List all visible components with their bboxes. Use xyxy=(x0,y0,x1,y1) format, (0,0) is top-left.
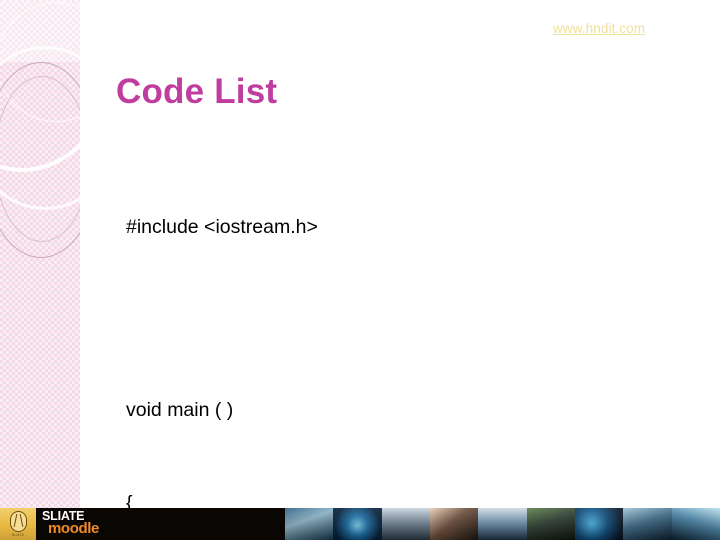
strip-photo-1 xyxy=(285,508,334,540)
code-blank-line-1 xyxy=(126,305,686,333)
footer-bar: SLIATE SLIATE moodle xyxy=(0,508,720,540)
strip-photo-5 xyxy=(478,508,527,540)
decorative-arc-inner xyxy=(0,76,80,242)
strip-photo-globe-2 xyxy=(574,508,624,540)
strip-photo-8 xyxy=(623,508,672,540)
strip-photo-3 xyxy=(381,508,430,540)
sidebar-light-panel xyxy=(0,0,80,62)
sliate-logo-caption: SLIATE xyxy=(11,533,25,537)
code-listing: #include <iostream.h> void main ( ) { in… xyxy=(126,150,686,540)
sliate-logo: SLIATE xyxy=(0,508,36,540)
sliate-emblem-icon xyxy=(9,511,27,532)
strip-photo-globe xyxy=(333,508,382,540)
strip-photo-hand xyxy=(429,508,479,540)
page-title: Code List xyxy=(116,72,278,112)
brand-name-moodle: moodle xyxy=(48,519,99,537)
strip-photo-classroom xyxy=(526,508,575,540)
decorative-sidebar xyxy=(0,0,80,508)
decorative-arc-outer xyxy=(0,62,80,258)
footer-brand: SLIATE moodle xyxy=(42,510,99,536)
strip-photo-eye xyxy=(671,508,720,540)
footer-image-strip xyxy=(285,508,720,540)
code-line-main-signature: void main ( ) xyxy=(126,399,234,421)
code-line-include: #include <iostream.h> xyxy=(126,216,318,238)
slide-canvas: www.hndit.com Code List #include <iostre… xyxy=(0,0,720,540)
decorative-arc-white-small xyxy=(0,46,80,210)
site-url-link[interactable]: www.hndit.com xyxy=(553,21,645,36)
